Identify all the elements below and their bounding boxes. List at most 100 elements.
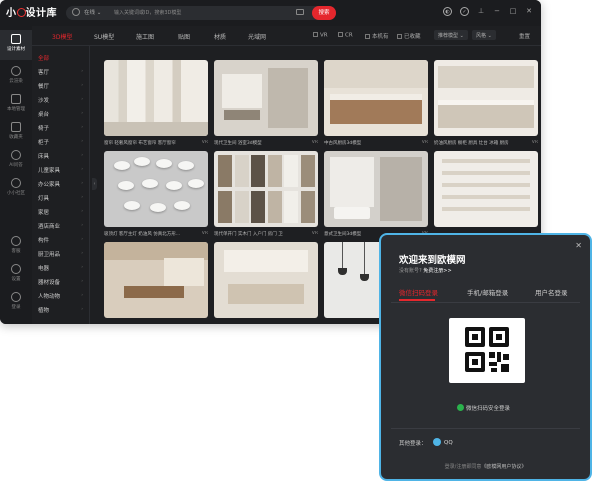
category-item[interactable]: 酒店商业: [38, 222, 60, 230]
model-card[interactable]: [104, 242, 208, 318]
model-thumbnail[interactable]: [324, 151, 428, 227]
tab-construction[interactable]: 施工图: [136, 32, 154, 41]
model-thumbnail[interactable]: [104, 60, 208, 136]
category-item[interactable]: 植物: [38, 306, 49, 314]
chevron-right-icon: ›: [81, 237, 83, 242]
model-card[interactable]: [434, 151, 538, 231]
model-card[interactable]: 现代卫生间 浴室3d模型 VR: [214, 60, 318, 146]
model-card[interactable]: 吸顶灯 客厅主灯 奶油风 仿真北方形... VR: [104, 151, 208, 237]
rail-item-settings[interactable]: 设置: [0, 260, 32, 290]
category-item[interactable]: 儿童家具: [38, 166, 60, 174]
tab-material[interactable]: 材质: [214, 32, 226, 41]
category-item[interactable]: 客厅: [38, 68, 49, 76]
register-link[interactable]: 免费注册>>: [423, 268, 451, 274]
chevron-right-icon: ›: [81, 97, 83, 102]
rail-item-login[interactable]: 登录: [0, 288, 32, 318]
register-prompt: 没有账号? 免费注册>>: [399, 268, 452, 274]
app-logo: 小设计库: [6, 8, 57, 19]
model-thumbnail[interactable]: [434, 60, 538, 136]
qq-login-button[interactable]: QQ: [433, 438, 453, 446]
tab-ies[interactable]: 光域网: [248, 32, 266, 41]
divider: [391, 428, 580, 429]
rail-item-design[interactable]: 设计素材: [0, 30, 32, 60]
category-item[interactable]: 厨卫用品: [38, 250, 60, 258]
model-thumbnail[interactable]: [214, 151, 318, 227]
tab-su-model[interactable]: SU模型: [94, 32, 114, 41]
search-bar[interactable]: 在线 ⌄ 输入关键词或ID，搜索3D模型: [66, 6, 336, 20]
divider: [391, 302, 580, 303]
category-item[interactable]: 桌台: [38, 110, 49, 118]
filter-favorited[interactable]: 已收藏: [397, 32, 421, 40]
chevron-right-icon: ›: [81, 111, 83, 116]
tab-3d-model[interactable]: 3D模型: [52, 32, 73, 47]
model-card[interactable]: [214, 242, 318, 318]
category-item[interactable]: 床具: [38, 152, 49, 160]
rail-item-favorites[interactable]: 收藏夹: [0, 118, 32, 148]
gear-icon: [11, 264, 21, 274]
chevron-right-icon: ›: [81, 167, 83, 172]
rail-item-local[interactable]: 本地管理: [0, 90, 32, 120]
model-thumbnail[interactable]: [104, 242, 208, 318]
cube-icon: [11, 34, 21, 44]
model-card[interactable]: 现代单开门 实木门 入户门 房门 卫 VR: [214, 151, 318, 237]
tab-phone-login[interactable]: 手机/邮箱登录: [467, 287, 508, 297]
filter-cr[interactable]: CR: [338, 32, 353, 39]
tab-username-login[interactable]: 用户名登录: [535, 287, 568, 297]
rail-item-community[interactable]: 小小社区: [0, 174, 32, 204]
close-icon[interactable]: ✕: [575, 241, 582, 250]
search-input[interactable]: 输入关键词或ID，搜索3D模型: [114, 9, 181, 16]
category-item[interactable]: 构件: [38, 236, 49, 244]
collapse-sidebar-button[interactable]: ‹: [92, 178, 97, 190]
star-icon: [11, 122, 21, 132]
category-item[interactable]: 器材设备: [38, 278, 60, 286]
style-select[interactable]: 风格 ⌄: [472, 30, 496, 40]
category-item[interactable]: 灯具: [38, 194, 49, 202]
model-thumbnail[interactable]: [214, 242, 318, 318]
category-item[interactable]: 办公家具: [38, 180, 60, 188]
tab-texture[interactable]: 贴图: [178, 32, 190, 41]
category-item[interactable]: 全部: [38, 54, 49, 62]
model-card[interactable]: 意式卫生间3d模型VR: [324, 151, 428, 237]
model-thumbnail[interactable]: [434, 151, 538, 227]
category-item[interactable]: 沙发: [38, 96, 49, 104]
title-bar: 小设计库 在线 ⌄ 输入关键词或ID，搜索3D模型 搜索 ◐ ✓ ⊥ − □ ✕: [0, 0, 541, 26]
category-item[interactable]: 人物动物: [38, 292, 60, 300]
camera-search-icon[interactable]: [296, 9, 304, 15]
chevron-right-icon: ›: [81, 153, 83, 158]
model-thumbnail[interactable]: [104, 151, 208, 227]
model-card[interactable]: 中古风厨房3d模型 VR: [324, 60, 428, 146]
category-item[interactable]: 椅子: [38, 124, 49, 132]
sort-select[interactable]: 推荐模型 ⌄: [434, 30, 468, 40]
feedback-icon[interactable]: ✓: [460, 7, 469, 16]
model-thumbnail[interactable]: [324, 60, 428, 136]
theme-icon[interactable]: ◐: [443, 7, 452, 16]
model-caption: 奶油风厨房 橱柜 厨具 灶台 冰箱 厨房 VR: [434, 140, 538, 146]
reset-button[interactable]: 重置: [519, 32, 530, 40]
agreement-link[interactable]: 《欧模网用户协议》: [481, 464, 526, 470]
model-thumbnail[interactable]: [214, 60, 318, 136]
close-icon[interactable]: ✕: [525, 7, 533, 15]
category-item[interactable]: 电器: [38, 264, 49, 272]
vr-badge: VR: [199, 231, 208, 236]
maximize-icon[interactable]: □: [509, 7, 517, 15]
filter-vr[interactable]: VR: [313, 32, 328, 39]
category-item[interactable]: 餐厅: [38, 82, 49, 90]
category-item[interactable]: 柜子: [38, 138, 49, 146]
pin-icon[interactable]: ⊥: [477, 7, 485, 15]
chevron-right-icon: ›: [81, 293, 83, 298]
rail-item-render[interactable]: 云渲染: [0, 62, 32, 92]
rail-item-ai[interactable]: AI问答: [0, 146, 32, 176]
vr-badge: VR: [199, 140, 208, 145]
model-card[interactable]: 窗帘 轻奢风窗帘 布艺窗帘 客厅窗帘 VR: [104, 60, 208, 146]
tab-wechat-login[interactable]: 微信扫码登录: [399, 287, 438, 297]
model-card[interactable]: 奶油风厨房 橱柜 厨具 灶台 冰箱 厨房 VR: [434, 60, 538, 146]
category-item[interactable]: 家居: [38, 208, 49, 216]
filter-local[interactable]: 本机有: [365, 32, 389, 40]
rail-item-service[interactable]: 客服: [0, 232, 32, 262]
chevron-right-icon: ›: [81, 307, 83, 312]
ai-icon: [11, 150, 21, 160]
search-button[interactable]: 搜索: [312, 6, 336, 20]
active-tab-indicator: [399, 299, 435, 301]
minimize-icon[interactable]: −: [493, 7, 501, 15]
search-scope-select[interactable]: 在线 ⌄: [84, 8, 101, 16]
